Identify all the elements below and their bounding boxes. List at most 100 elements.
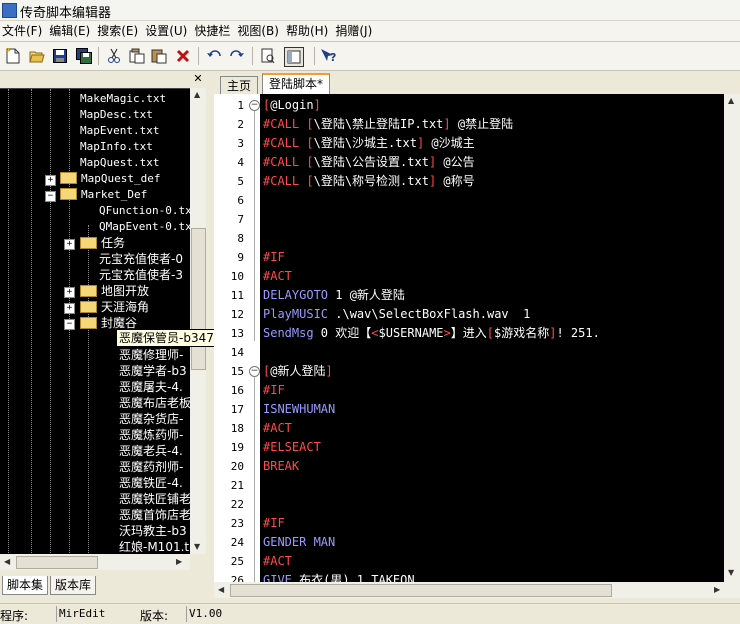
tree-item[interactable]: MapEvent.txt <box>80 123 159 139</box>
panel-toggle-icon[interactable] <box>284 47 304 67</box>
menu-file[interactable]: 文件(F) <box>0 21 47 41</box>
code-line[interactable]: #IF <box>263 381 285 400</box>
tree-item[interactable]: 恶魔修理师- <box>119 347 183 363</box>
code-line[interactable]: GIVE 布衣(男) 1 TAKEON <box>263 571 415 582</box>
redo-icon[interactable] <box>228 47 246 65</box>
code-line[interactable]: #CALL [\登陆\沙城主.txt] @沙城主 <box>263 134 475 153</box>
scroll-down-icon[interactable]: ▼ <box>728 568 734 577</box>
code-line[interactable]: ISNEWHUMAN <box>263 400 335 419</box>
tree-item[interactable]: 恶魔老兵-4. <box>119 443 183 459</box>
tree-item[interactable]: 恶魔药剂师- <box>119 459 183 475</box>
editor-vertical-scrollbar[interactable]: ▲ ▼ <box>724 94 740 582</box>
menu-shortcuts[interactable]: 快捷栏 <box>192 21 235 41</box>
tree-item[interactable]: 恶魔铁匠铺老 <box>119 491 190 507</box>
tree-item[interactable]: 恶魔学者-b3 <box>119 363 187 379</box>
tree-item[interactable]: 恶魔屠夫-4. <box>119 379 183 395</box>
tree-item[interactable]: 恶魔炼药师- <box>119 427 183 443</box>
scroll-down-icon[interactable]: ▼ <box>194 542 200 551</box>
tree-folder[interactable]: 天涯海角 <box>80 299 149 315</box>
paste-icon[interactable] <box>150 47 168 65</box>
expand-icon[interactable]: + <box>64 287 75 298</box>
code-token: #IF <box>263 516 285 530</box>
code-line[interactable]: #CALL [\登陆\禁止登陆IP.txt] @禁止登陆 <box>263 115 513 134</box>
delete-icon[interactable] <box>174 47 192 65</box>
code-line[interactable]: #ACT <box>263 419 292 438</box>
menu-view[interactable]: 视图(B) <box>235 21 284 41</box>
collapse-icon[interactable]: − <box>45 191 56 202</box>
scroll-thumb[interactable] <box>191 228 206 370</box>
editor-horizontal-scrollbar[interactable]: ◀ ▶ <box>214 582 740 598</box>
menu-edit[interactable]: 编辑(E) <box>47 21 95 41</box>
tree-folder[interactable]: Market_Def <box>60 187 147 203</box>
code-line[interactable]: #CALL [\登陆\公告设置.txt] @公告 <box>263 153 475 172</box>
expand-icon[interactable]: + <box>64 239 75 250</box>
save-all-icon[interactable] <box>75 47 93 65</box>
code-line[interactable]: [@Login] <box>263 96 321 115</box>
code-line[interactable]: [@新人登陆] <box>263 362 333 381</box>
tree-item[interactable]: 恶魔铁匠-4. <box>119 475 183 491</box>
tree-item[interactable]: 元宝充值使者-0 <box>99 251 183 267</box>
help-icon[interactable]: ? <box>320 47 338 65</box>
tree-item[interactable]: QFunction-0.tx <box>99 203 190 219</box>
new-file-icon[interactable] <box>4 47 22 65</box>
menu-donate[interactable]: 捐赠(J) <box>333 21 377 41</box>
cut-icon[interactable] <box>105 47 123 65</box>
tree-item[interactable]: MapQuest.txt <box>80 155 159 171</box>
code-editor[interactable]: 1−2 3 4 5 6 7 8 9 10 11 12 13 14 15−16 17 18 19 20 21 22 23 2… <box>214 94 740 582</box>
tree-item[interactable]: MapInfo.txt <box>80 139 153 155</box>
tree-item[interactable]: 恶魔布店老板 <box>119 395 190 411</box>
tree-item[interactable]: 红娘-M101.t <box>119 539 189 555</box>
scroll-up-icon[interactable]: ▲ <box>728 96 734 105</box>
code-line[interactable]: SendMsg 0 欢迎【<$USERNAME>】进入[$游戏名称]! 251. <box>263 324 600 343</box>
tab-version-library[interactable]: 版本库 <box>50 576 97 595</box>
tab-home[interactable]: 主页 <box>220 76 259 95</box>
code-line[interactable]: #CALL [\登陆\称号检测.txt] @称号 <box>263 172 475 191</box>
code-line[interactable]: GENDER MAN <box>263 533 335 552</box>
copy-icon[interactable] <box>128 47 146 65</box>
tree-item[interactable]: MakeMagic.txt <box>80 91 166 107</box>
code-line[interactable]: PlayMUSIC .\wav\SelectBoxFlash.wav 1 <box>263 305 530 324</box>
code-line[interactable]: #ELSEACT <box>263 438 321 457</box>
tree-item[interactable]: MapDesc.txt <box>80 107 153 123</box>
scroll-left-icon[interactable]: ◀ <box>218 585 224 594</box>
scroll-thumb[interactable] <box>230 584 612 597</box>
tree-vertical-scrollbar[interactable]: ▲ ▼ <box>190 88 206 554</box>
tree-item[interactable]: 恶魔首饰店老 <box>119 507 190 523</box>
code-line[interactable]: #IF <box>263 514 285 533</box>
expand-icon[interactable]: + <box>64 303 75 314</box>
tab-script-set[interactable]: 脚本集 <box>2 576 49 595</box>
open-folder-icon[interactable] <box>28 47 46 65</box>
tree-horizontal-scrollbar[interactable]: ◀ ▶ <box>0 554 190 570</box>
fold-collapse-icon[interactable]: − <box>249 100 260 111</box>
collapse-icon[interactable]: − <box>64 319 75 330</box>
scroll-up-icon[interactable]: ▲ <box>194 90 200 99</box>
code-line[interactable]: #IF <box>263 248 285 267</box>
expand-icon[interactable]: + <box>45 175 56 186</box>
tree-folder[interactable]: MapQuest_def <box>60 171 160 187</box>
scroll-thumb[interactable] <box>16 556 98 569</box>
fold-collapse-icon[interactable]: − <box>249 366 260 377</box>
menu-settings[interactable]: 设置(U) <box>143 21 192 41</box>
tree-item[interactable]: QMapEvent-0.tx <box>99 219 190 235</box>
close-icon[interactable]: ✕ <box>192 72 204 86</box>
code-line[interactable]: DELAYGOTO 1 @新人登陆 <box>263 286 405 305</box>
tree-item[interactable]: 恶魔杂货店- <box>119 411 183 427</box>
line-number: 18 <box>230 422 244 435</box>
line-number: 6 <box>237 194 244 207</box>
find-doc-icon[interactable] <box>259 47 277 65</box>
scroll-left-icon[interactable]: ◀ <box>4 557 10 566</box>
scroll-right-icon[interactable]: ▶ <box>714 585 720 594</box>
menu-help[interactable]: 帮助(H) <box>284 21 333 41</box>
tree-item[interactable]: 元宝充值使者-3 <box>99 267 183 283</box>
tab-login-script[interactable]: 登陆脚本* <box>262 73 331 96</box>
code-line[interactable]: BREAK <box>263 457 299 476</box>
save-icon[interactable] <box>51 47 69 65</box>
tree-folder[interactable]: 任务 <box>80 235 125 251</box>
scroll-right-icon[interactable]: ▶ <box>176 557 182 566</box>
code-line[interactable]: #ACT <box>263 552 292 571</box>
tree-item[interactable]: 沃玛教主-b3 <box>119 523 187 539</box>
code-line[interactable]: #ACT <box>263 267 292 286</box>
menu-search[interactable]: 搜索(E) <box>95 21 143 41</box>
tree-folder[interactable]: 地图开放 <box>80 283 149 299</box>
undo-icon[interactable] <box>205 47 223 65</box>
